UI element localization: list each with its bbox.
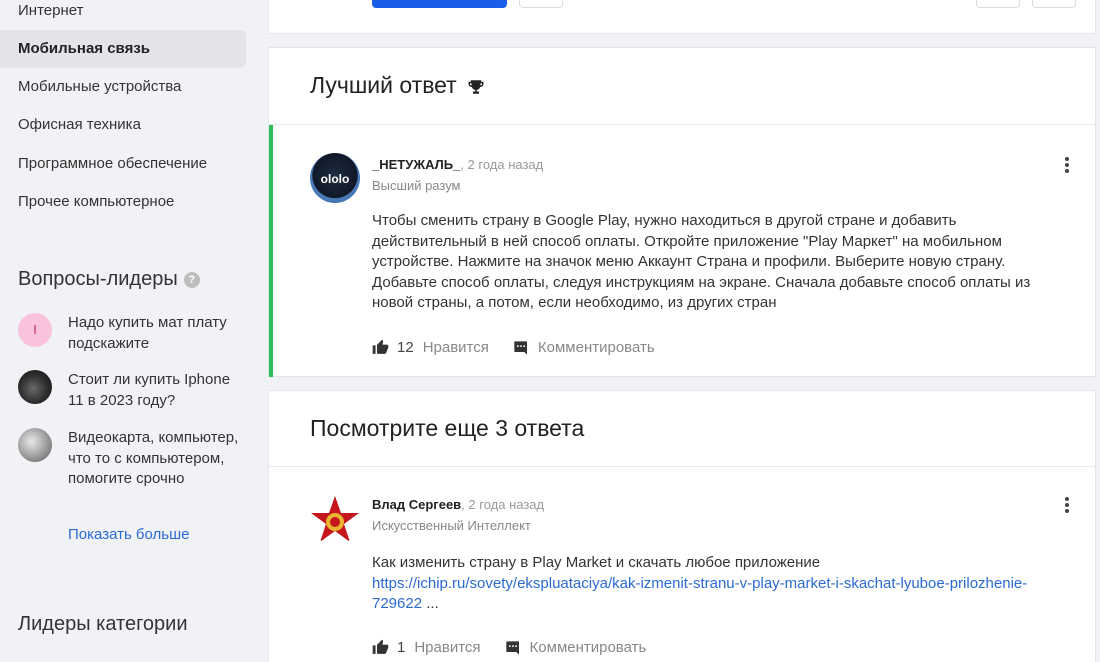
sidebar-category-office-equipment[interactable]: Офисная техника	[0, 106, 246, 144]
sidebar-category-mobile-devices[interactable]: Мобильные устройства	[0, 68, 246, 106]
answer-actions: 12 Нравится Комментировать	[372, 339, 655, 356]
more-options-icon[interactable]	[1065, 157, 1069, 175]
comment-icon[interactable]	[505, 640, 521, 656]
leader-question-link[interactable]: Надо купить мат плату подскажите	[68, 313, 246, 354]
answer-time: , 2 года назад	[460, 157, 544, 172]
like-button[interactable]: Нравится	[423, 339, 489, 356]
ololo-logo-text: ololo	[321, 172, 350, 186]
more-answers-title: Посмотрите еще 3 ответа	[310, 415, 585, 441]
leader-questions-title: Вопросы-лидеры	[18, 268, 178, 290]
sidebar-category-internet[interactable]: Интернет	[0, 0, 246, 30]
avatar	[18, 428, 52, 462]
sidebar-category-mobile-communication[interactable]: Мобильная связь	[0, 30, 246, 68]
category-leaders-heading: Лидеры категории	[18, 613, 188, 635]
more-actions-button[interactable]	[1032, 0, 1076, 8]
secondary-action-button[interactable]	[519, 0, 563, 8]
answer-button[interactable]	[372, 0, 507, 8]
sidebar: Интернет Мобильная связь Мобильные устро…	[0, 0, 262, 662]
best-answer-card: Лучший ответ ololo _НЕТУЖАЛЬ_, 2 года на…	[268, 47, 1096, 377]
answer-item: Влад Сергеев, 2 года назад Искусственный…	[269, 467, 1095, 662]
answer-text: Чтобы сменить страну в Google Play, нужн…	[372, 212, 1031, 311]
author-line: _НЕТУЖАЛЬ_, 2 года назад	[372, 157, 543, 172]
avatar	[18, 370, 52, 404]
best-answer-title: Лучший ответ	[310, 72, 485, 99]
more-answers-header: Посмотрите еще 3 ответа	[269, 391, 1095, 467]
author-name-link[interactable]: _НЕТУЖАЛЬ_	[372, 157, 460, 172]
answer-actions: 1 Нравится Комментировать	[372, 639, 646, 656]
comment-button[interactable]: Комментировать	[530, 639, 647, 656]
thumbs-up-icon[interactable]	[372, 339, 389, 356]
share-button[interactable]	[976, 0, 1020, 8]
author-rank: Высший разум	[372, 178, 461, 193]
question-actions-card	[268, 0, 1096, 34]
avatar[interactable]	[310, 495, 360, 545]
help-icon[interactable]: ?	[183, 271, 200, 288]
sidebar-category-other-computer[interactable]: Прочее компьютерное	[0, 183, 246, 221]
answer-link[interactable]: https://ichip.ru/sovety/ekspluataciya/ka…	[372, 575, 1027, 613]
ololo-logo: ololo	[321, 172, 350, 186]
trophy-icon	[468, 80, 484, 94]
avatar: I	[18, 313, 52, 347]
comment-icon[interactable]	[513, 340, 529, 356]
ellipsis: ...	[426, 595, 439, 612]
sidebar-category-software[interactable]: Программное обеспечение	[0, 145, 246, 183]
best-answer-header: Лучший ответ	[269, 48, 1095, 125]
best-answer-title-text: Лучший ответ	[310, 72, 457, 98]
more-answers-card: Посмотрите еще 3 ответа Влад Сергеев, 2 …	[268, 390, 1096, 662]
like-count: 1	[397, 639, 406, 656]
show-more-link[interactable]: Показать больше	[68, 526, 189, 543]
thumbs-up-icon[interactable]	[372, 639, 389, 656]
comment-button[interactable]: Комментировать	[538, 339, 655, 356]
more-options-icon[interactable]	[1065, 497, 1069, 515]
answer-text: Как изменить страну в Play Market и скач…	[372, 553, 1062, 615]
like-count: 12	[397, 339, 414, 356]
author-line: Влад Сергеев, 2 года назад	[372, 497, 544, 512]
leader-questions-heading: Вопросы-лидеры?	[18, 268, 200, 291]
leader-question-link[interactable]: Стоит ли купить Iphone 11 в 2023 году?	[68, 370, 246, 411]
like-button[interactable]: Нравится	[414, 639, 480, 656]
answer-time: , 2 года назад	[461, 497, 545, 512]
leader-question-link[interactable]: Видеокарта, компьютер, что то с компьюте…	[68, 428, 246, 490]
avatar[interactable]: ololo	[310, 153, 360, 203]
author-rank: Искусственный Интеллект	[372, 518, 531, 533]
author-name-link[interactable]: Влад Сергеев	[372, 497, 461, 512]
best-answer: ololo _НЕТУЖАЛЬ_, 2 года назад Высший ра…	[269, 125, 1095, 377]
answer-text-line: Как изменить страну в Play Market и скач…	[372, 554, 821, 571]
